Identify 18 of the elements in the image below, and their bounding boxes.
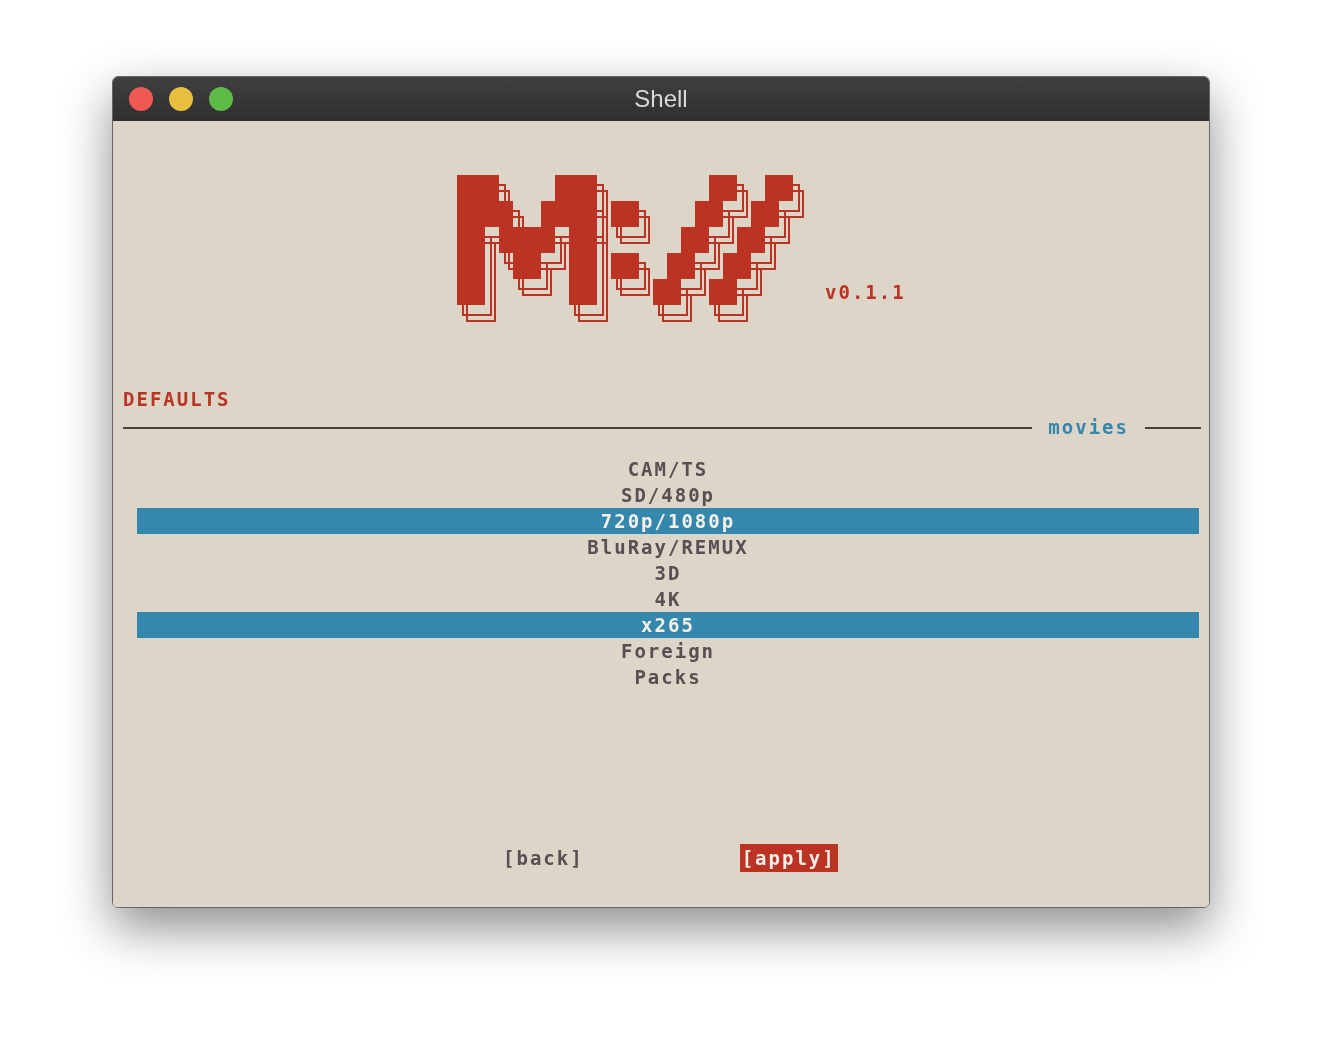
- option-item[interactable]: CAM/TS: [137, 455, 1199, 482]
- selected-option[interactable]: 720p/1080p: [137, 507, 1199, 534]
- version-label: v0.1.1: [825, 280, 906, 306]
- selected-option[interactable]: x265: [137, 611, 1199, 638]
- action-button[interactable]: [apply]: [739, 843, 838, 873]
- option-item[interactable]: BluRay/REMUX: [137, 533, 1199, 560]
- group-label: movies: [1048, 415, 1129, 441]
- option-item[interactable]: SD/480p: [137, 481, 1199, 508]
- minimize-button[interactable]: [169, 87, 193, 111]
- option-item[interactable]: 4K: [137, 585, 1199, 612]
- zoom-button[interactable]: [209, 87, 233, 111]
- option-item[interactable]: Packs: [137, 663, 1199, 690]
- section-title: DEFAULTS: [123, 387, 231, 410]
- action-button[interactable]: [back]: [501, 843, 586, 873]
- option-item[interactable]: Foreign: [137, 637, 1199, 664]
- close-button[interactable]: [129, 87, 153, 111]
- option-item[interactable]: 3D: [137, 559, 1199, 586]
- window-title: Shell: [634, 83, 688, 114]
